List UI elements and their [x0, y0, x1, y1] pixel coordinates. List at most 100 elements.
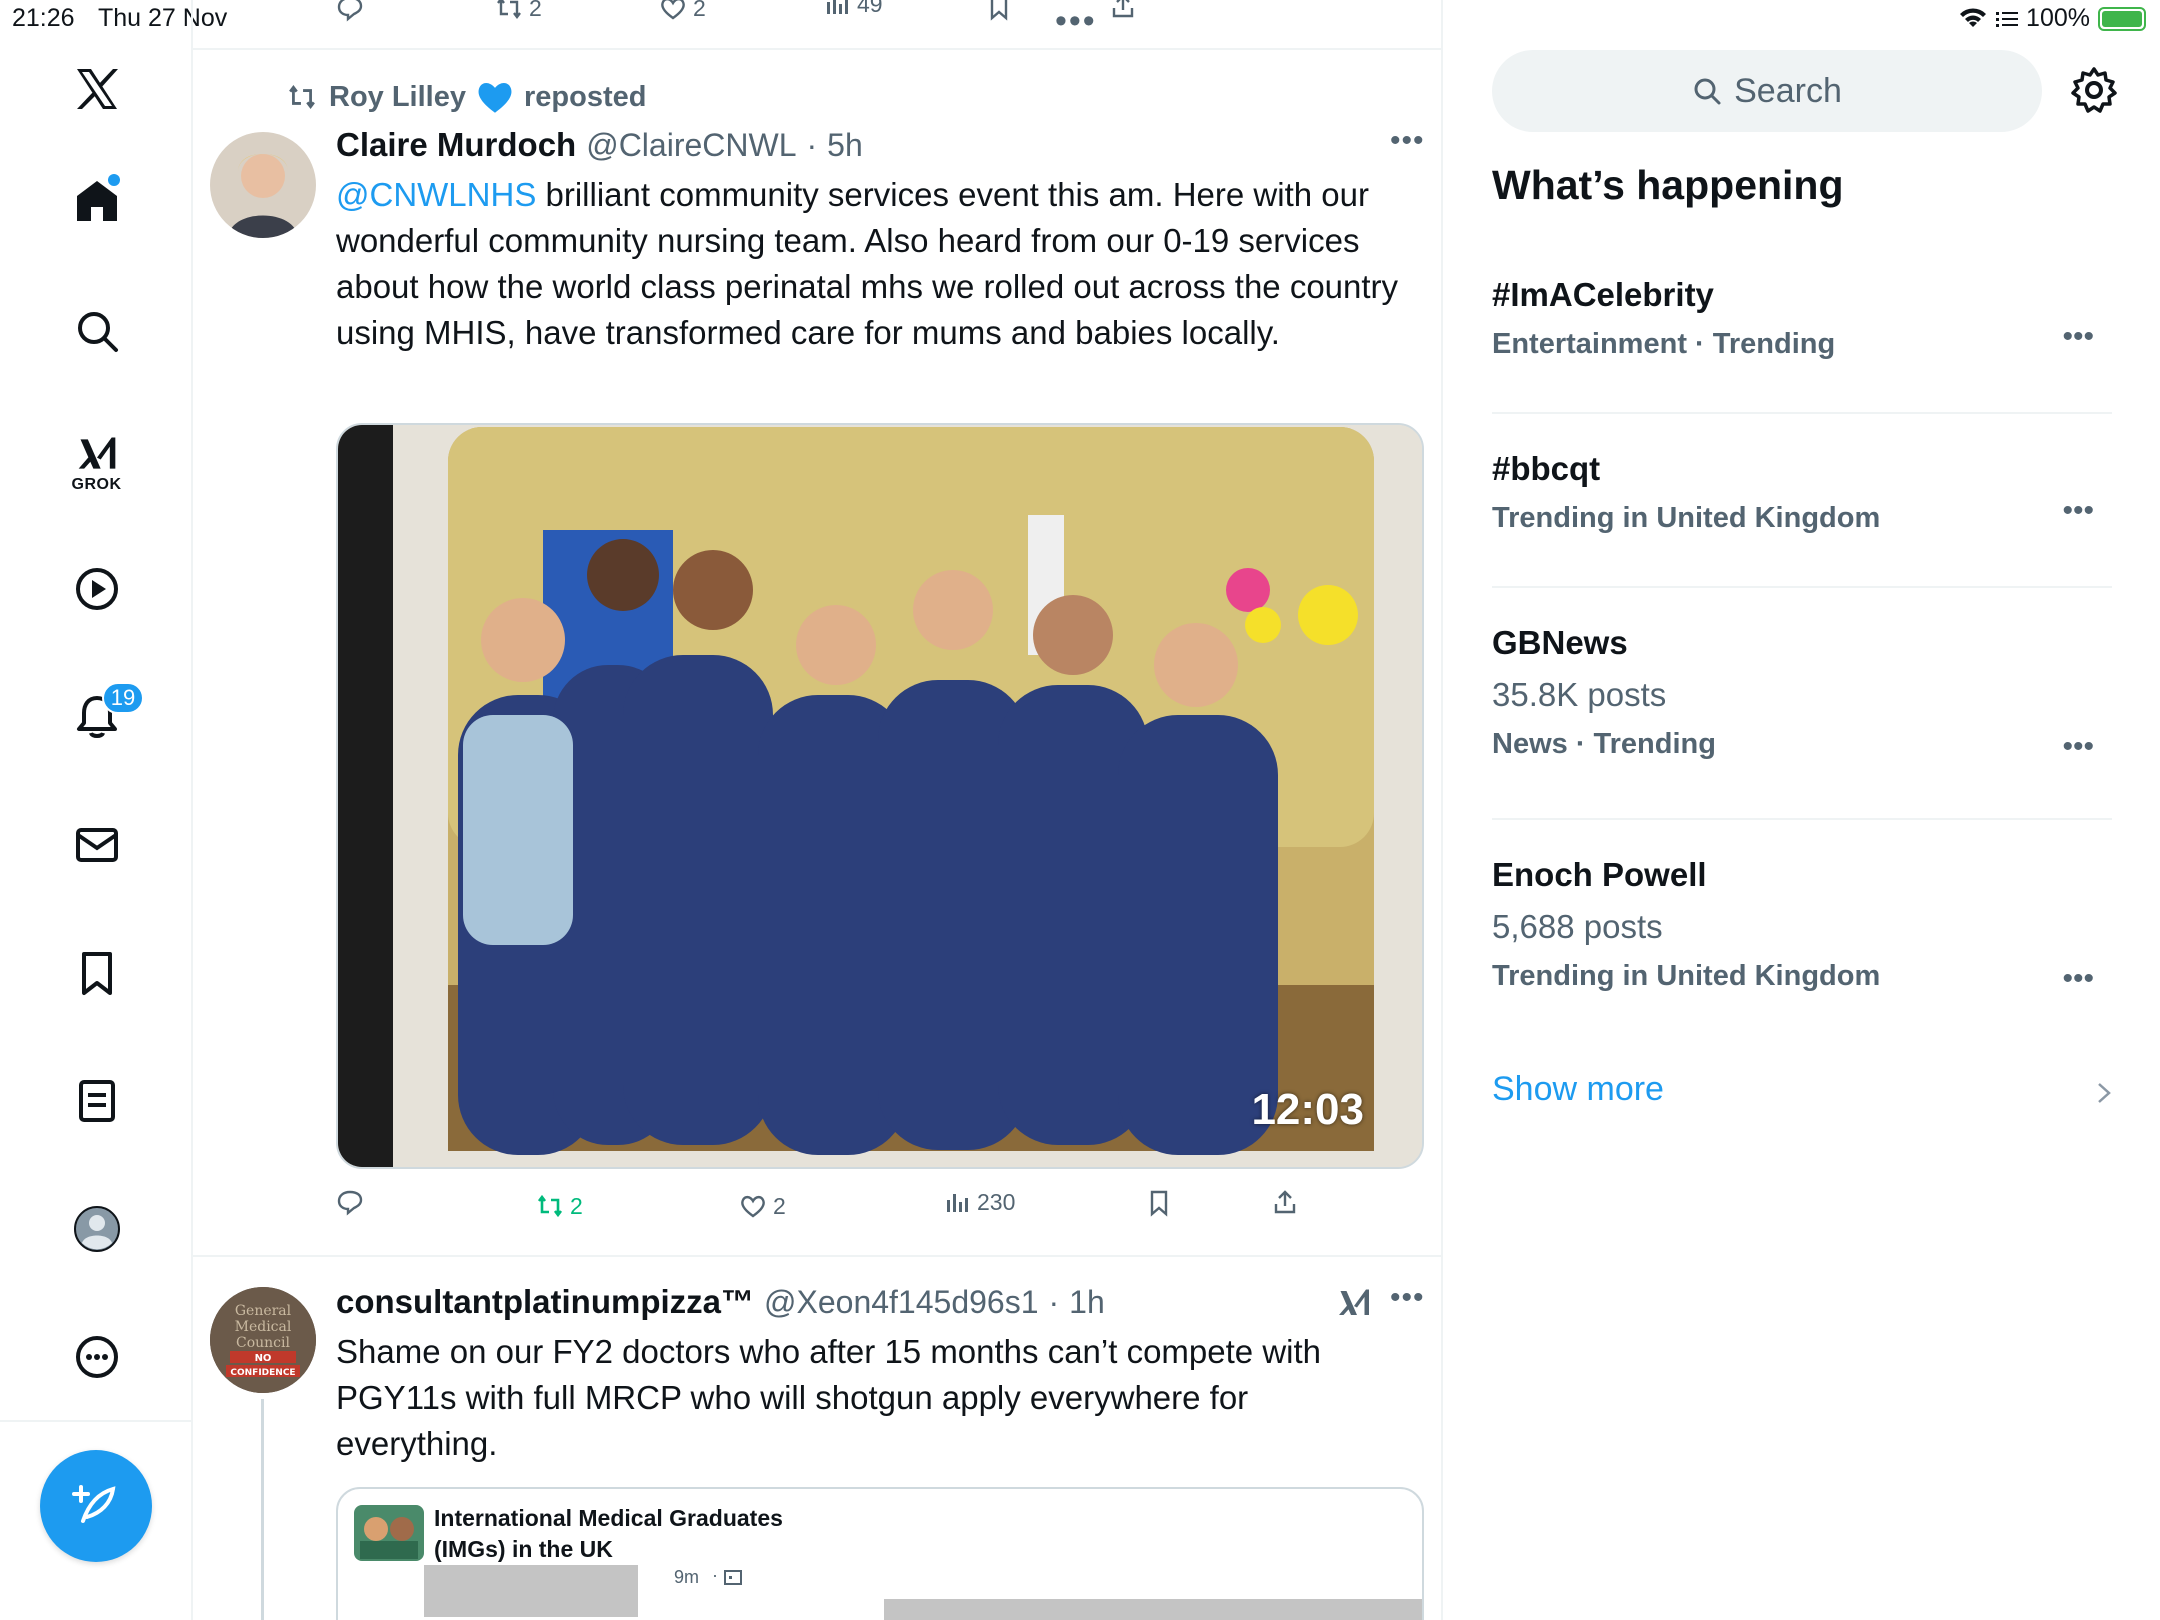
avatar-text: NO: [255, 1353, 272, 1364]
handle[interactable]: @ClaireCNWL: [586, 127, 796, 164]
reply-button[interactable]: [336, 1188, 364, 1216]
gear-icon[interactable]: [2070, 66, 2118, 114]
bookmark-button[interactable]: [1145, 1190, 1173, 1218]
avatar-text: General: [235, 1303, 292, 1319]
notifications-badge: 19: [102, 682, 144, 714]
handle[interactable]: @Xeon4f145d96s1: [764, 1284, 1038, 1321]
redacted-block: [424, 1565, 638, 1617]
nav-divider: [0, 1420, 193, 1422]
trend-more-icon[interactable]: •••: [2062, 730, 2094, 764]
bookmark-button[interactable]: [985, 0, 1013, 22]
reposted-label: reposted: [524, 80, 647, 113]
mail-icon: [75, 828, 118, 862]
nav-more[interactable]: [0, 1312, 193, 1402]
search-icon: [77, 312, 118, 352]
nav-grok[interactable]: GROK: [0, 418, 193, 508]
tweet-more-icon[interactable]: •••: [1390, 1281, 1425, 1315]
repost-context: Roy Lilley reposted: [285, 80, 646, 114]
grok-icon: [78, 437, 115, 469]
nav-video[interactable]: [0, 544, 193, 634]
left-nav: GROK 19: [0, 0, 193, 1620]
avatar[interactable]: General Medical Council NO CONFIDENCE: [210, 1287, 316, 1393]
quote-time: 9m: [674, 1567, 700, 1587]
trend-divider: [1492, 412, 2112, 414]
tweet-photo[interactable]: 12:03: [336, 423, 1424, 1169]
home-notification-dot: [108, 174, 120, 186]
reply-icon: [337, 0, 363, 22]
quoted-tweet[interactable]: International Medical Graduates (IMGs) i…: [336, 1487, 1424, 1620]
like-count: 2: [693, 0, 706, 21]
like-button[interactable]: 2: [739, 1192, 786, 1220]
reposter-name[interactable]: Roy Lilley: [329, 81, 466, 114]
x-logo-icon: [76, 69, 118, 109]
more-icon: [75, 1336, 118, 1378]
avatar-text: CONFIDENCE: [230, 1368, 295, 1378]
x-logo-button[interactable]: [0, 44, 193, 134]
more-dots-icon[interactable]: •••: [1055, 2, 1097, 41]
trend-more-icon[interactable]: •••: [2062, 494, 2094, 528]
tweet-header: consultantplatinumpizza™ @Xeon4f145d96s1…: [336, 1283, 1105, 1321]
photo-timestamp: 12:03: [1251, 1085, 1364, 1134]
tweet-consultantplatinumpizza[interactable]: General Medical Council NO CONFIDENCE co…: [193, 1259, 1441, 1620]
like-button[interactable]: 2: [659, 0, 706, 22]
avatar-graphic: General Medical Council NO CONFIDENCE: [210, 1287, 316, 1393]
nav-messages[interactable]: [0, 800, 193, 890]
search-input[interactable]: Search: [1492, 50, 2042, 132]
trend-more-icon[interactable]: •••: [2062, 962, 2094, 996]
trend-name: #ImACelebrity: [1492, 276, 1714, 313]
previous-tweet-actions: 2 2 49 •••: [193, 0, 1441, 50]
display-name[interactable]: consultantplatinumpizza™: [336, 1283, 754, 1321]
tweet-text: Shame on our FY2 doctors who after 15 mo…: [336, 1333, 1322, 1462]
retweet-button[interactable]: 2: [536, 1192, 583, 1220]
avatar[interactable]: [210, 132, 316, 238]
trend-item[interactable]: #bbcqt Trending in United Kingdom •••: [1492, 450, 2112, 535]
tweet-header: Claire Murdoch @ClaireCNWL · 5h: [336, 126, 863, 164]
nav-home[interactable]: [0, 156, 193, 246]
share-button[interactable]: [1109, 0, 1137, 20]
views-icon: [827, 0, 848, 14]
trend-name: GBNews: [1492, 624, 1628, 661]
display-name[interactable]: Claire Murdoch: [336, 126, 576, 164]
trend-meta: Entertainment · Trending: [1492, 328, 1836, 360]
video-icon: [75, 568, 118, 610]
nav-profile[interactable]: [0, 1184, 193, 1274]
trend-count: 5,688 posts: [1492, 908, 1663, 945]
tweet-more-icon[interactable]: •••: [1390, 124, 1425, 158]
chevron-right-icon[interactable]: [2093, 1078, 2115, 1108]
trend-item[interactable]: GBNews 35.8K posts News · Trending •••: [1492, 624, 2112, 764]
nav-explore[interactable]: [0, 286, 193, 376]
like-icon: [741, 1195, 765, 1218]
separator: ·: [1048, 1284, 1060, 1320]
tweet-time[interactable]: 5h: [827, 127, 863, 164]
trend-item[interactable]: #ImACelebrity Entertainment · Trending •…: [1492, 276, 2112, 361]
trend-more-icon[interactable]: •••: [2062, 320, 2094, 354]
avatar-text: Medical: [235, 1319, 292, 1335]
bookmark-icon: [1150, 1190, 1168, 1217]
blue-heart-icon: [478, 82, 512, 113]
nav-bookmarks[interactable]: [0, 928, 193, 1018]
share-icon: [1112, 0, 1134, 18]
bookmark-icon: [990, 0, 1008, 21]
tweet-claire-murdoch[interactable]: Roy Lilley reposted Claire Murdoch @Clai…: [193, 50, 1441, 1257]
views-button[interactable]: 230: [943, 1188, 1015, 1216]
views-icon: [947, 1194, 968, 1212]
separator: ·: [806, 127, 818, 163]
retweet-button[interactable]: 2: [495, 0, 542, 22]
nav-lists[interactable]: [0, 1056, 193, 1146]
reply-button[interactable]: [336, 0, 364, 22]
nav-notifications[interactable]: [0, 672, 193, 762]
retweet-count: 2: [529, 0, 542, 21]
grok-label: GROK: [71, 476, 122, 493]
compose-button[interactable]: [40, 1450, 152, 1562]
photo-graphic: [338, 425, 1422, 1167]
trend-item[interactable]: Enoch Powell 5,688 posts Trending in Uni…: [1492, 856, 2112, 996]
mention-link[interactable]: @CNWLNHS: [336, 176, 536, 213]
show-more-link[interactable]: Show more: [1492, 1070, 1664, 1109]
tweet-time[interactable]: 1h: [1069, 1284, 1105, 1321]
thread-line: [261, 1399, 264, 1620]
views-count: 49: [857, 0, 883, 17]
views-button[interactable]: 49: [823, 0, 883, 18]
views-count: 230: [977, 1188, 1016, 1215]
grok-icon[interactable]: [1336, 1285, 1372, 1321]
share-button[interactable]: [1271, 1188, 1299, 1216]
